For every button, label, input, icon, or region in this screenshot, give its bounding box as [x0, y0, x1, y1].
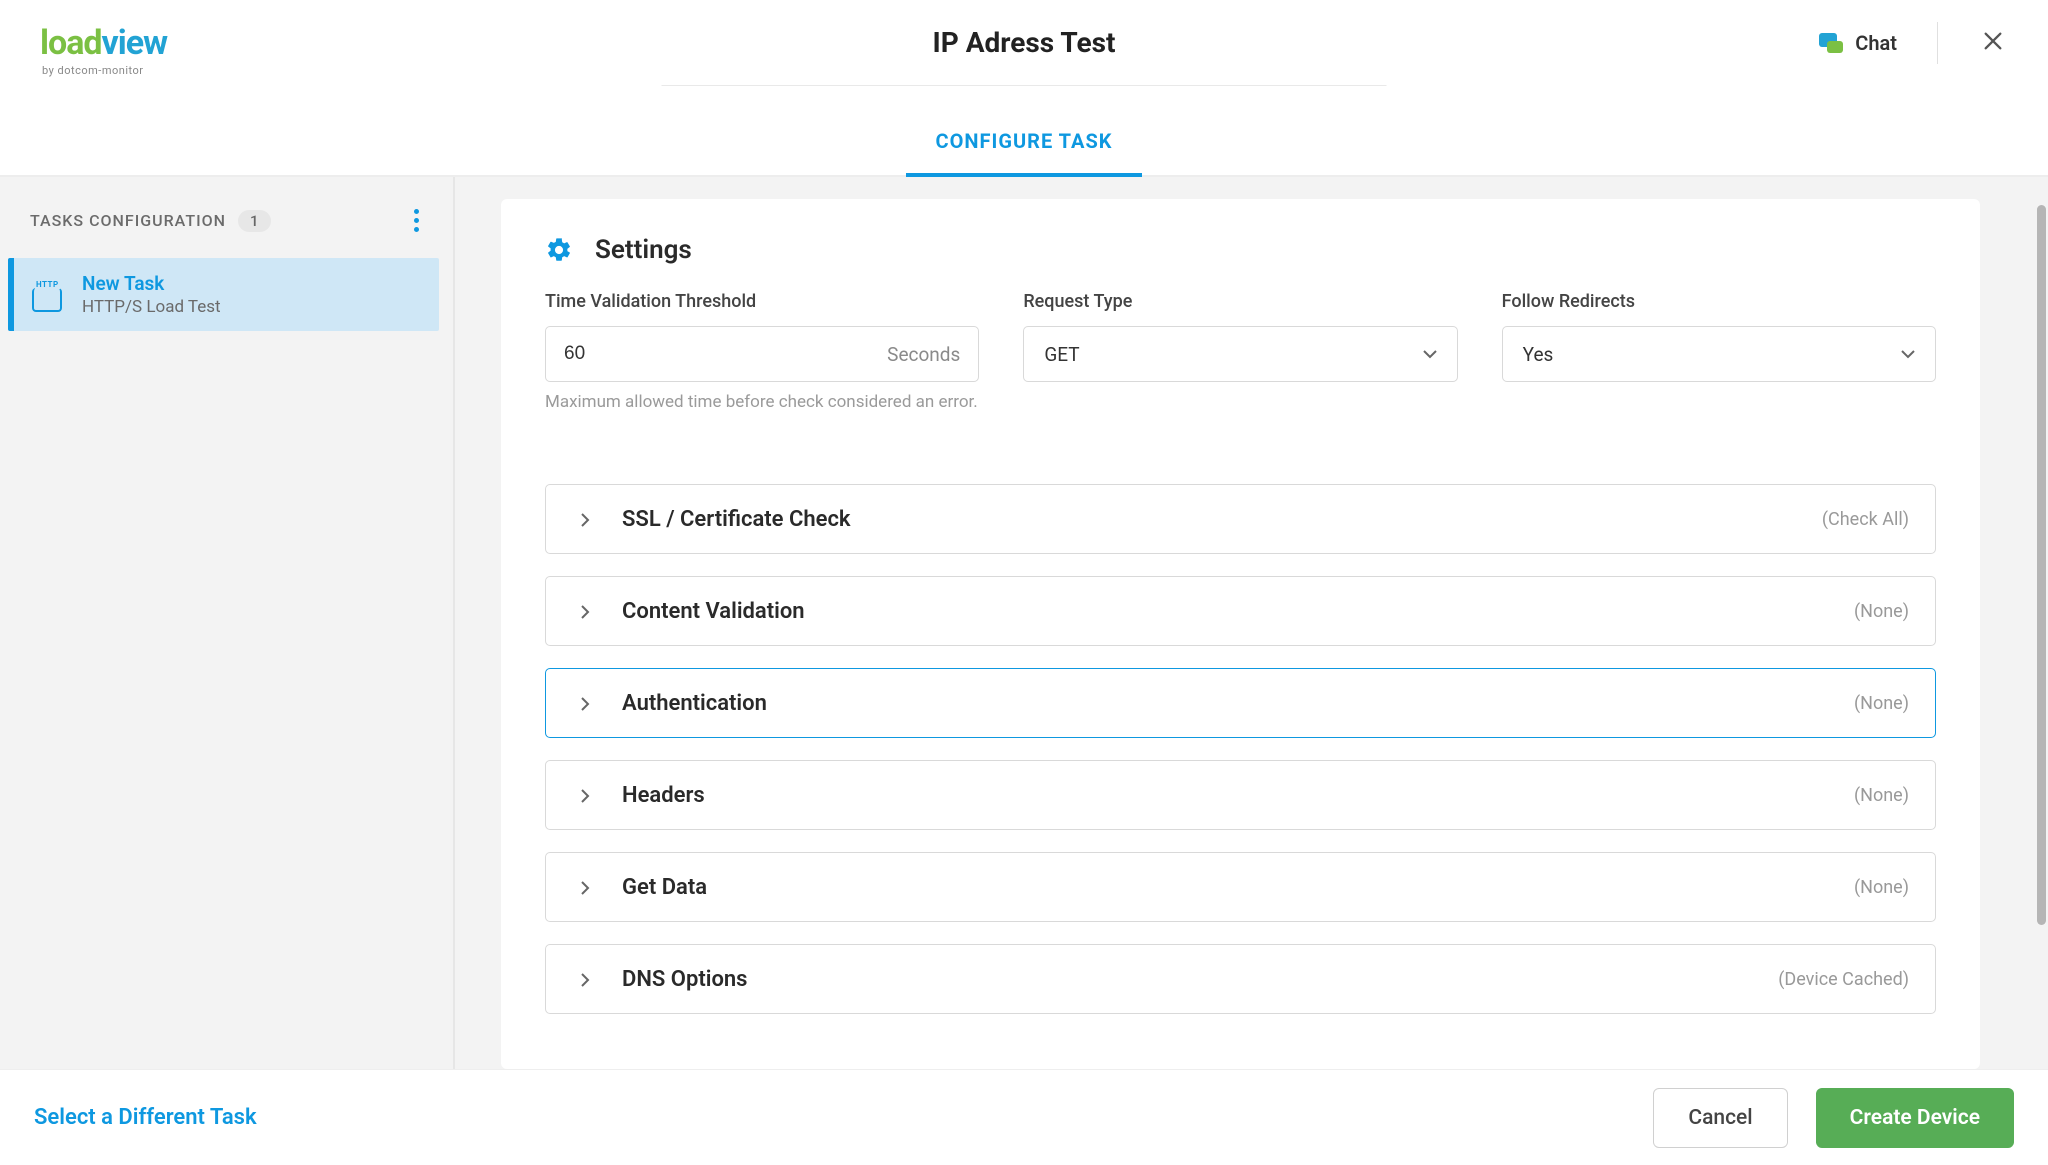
accordion-label: Authentication [622, 691, 767, 716]
accordion-status: (None) [1854, 877, 1909, 898]
accordion-status: (None) [1854, 601, 1909, 622]
http-task-icon: HTTP [32, 282, 64, 308]
accordion-row[interactable]: SSL / Certificate Check (Check All) [545, 484, 1936, 554]
accordion-status: (None) [1854, 693, 1909, 714]
tabs: CONFIGURE TASK [0, 85, 2048, 177]
request-type-label: Request Type [1023, 291, 1457, 312]
logo-part2: view [102, 23, 168, 63]
divider [1937, 22, 1938, 64]
time-validation-input[interactable] [564, 343, 887, 365]
follow-redirects-value: Yes [1523, 343, 1554, 366]
sidebar-task-item[interactable]: HTTP New Task HTTP/S Load Test [8, 258, 439, 331]
request-type-value: GET [1044, 343, 1079, 366]
chevron-right-icon [580, 880, 594, 894]
chevron-down-icon [1901, 347, 1915, 361]
time-validation-input-wrap: Seconds [545, 326, 979, 382]
time-validation-unit: Seconds [887, 343, 960, 366]
logo-subtitle: by dotcom-monitor [42, 64, 144, 77]
accordion-status: (Check All) [1822, 509, 1909, 530]
logo[interactable]: loadview by dotcom-monitor [40, 23, 167, 63]
tasks-count-badge: 1 [238, 210, 271, 232]
time-validation-label: Time Validation Threshold [545, 291, 979, 312]
accordion-label: SSL / Certificate Check [622, 507, 851, 532]
follow-redirects-select[interactable]: Yes [1502, 326, 1936, 382]
tab-configure-task[interactable]: CONFIGURE TASK [906, 129, 1143, 177]
time-validation-help: Maximum allowed time before check consid… [545, 392, 979, 412]
scrollbar[interactable] [2037, 205, 2046, 925]
footer: Select a Different Task Cancel Create De… [0, 1069, 2048, 1165]
chevron-right-icon [580, 604, 594, 618]
task-subtitle: HTTP/S Load Test [82, 297, 221, 317]
accordion-row[interactable]: DNS Options (Device Cached) [545, 944, 1936, 1014]
accordion-row[interactable]: Authentication (None) [545, 668, 1936, 738]
task-name: New Task [82, 272, 221, 295]
accordion-status: (Device Cached) [1778, 969, 1909, 990]
logo-part1: load [40, 23, 102, 63]
accordion-label: Headers [622, 783, 705, 808]
chat-icon [1819, 33, 1843, 53]
follow-redirects-label: Follow Redirects [1502, 291, 1936, 312]
more-options-icon[interactable] [410, 205, 423, 236]
gear-icon [545, 236, 573, 264]
accordion-row[interactable]: Content Validation (None) [545, 576, 1936, 646]
page-title: IP Adress Test [933, 26, 1116, 59]
accordion-label: Get Data [622, 875, 707, 900]
select-different-task-link[interactable]: Select a Different Task [34, 1105, 257, 1130]
accordion-status: (None) [1854, 785, 1909, 806]
chevron-right-icon [580, 788, 594, 802]
chevron-down-icon [1423, 347, 1437, 361]
title-underline [662, 85, 1387, 86]
accordion-row[interactable]: Headers (None) [545, 760, 1936, 830]
accordion-row[interactable]: Get Data (None) [545, 852, 1936, 922]
chevron-right-icon [580, 512, 594, 526]
chat-button[interactable]: Chat [1819, 31, 1897, 55]
sidebar: TASKS CONFIGURATION 1 HTTP New Task HTTP… [0, 177, 455, 1069]
create-device-button[interactable]: Create Device [1816, 1088, 2014, 1148]
accordion-label: DNS Options [622, 967, 748, 992]
cancel-button[interactable]: Cancel [1653, 1088, 1787, 1148]
settings-panel: Settings Time Validation Threshold Secon… [501, 199, 1980, 1069]
panel-title: Settings [595, 235, 692, 265]
request-type-select[interactable]: GET [1023, 326, 1457, 382]
chevron-right-icon [580, 696, 594, 710]
accordion-label: Content Validation [622, 599, 805, 624]
sidebar-title: TASKS CONFIGURATION [30, 211, 226, 230]
close-button[interactable] [1978, 22, 2008, 63]
chevron-right-icon [580, 972, 594, 986]
close-icon [1982, 30, 2004, 52]
chat-label: Chat [1855, 31, 1897, 55]
